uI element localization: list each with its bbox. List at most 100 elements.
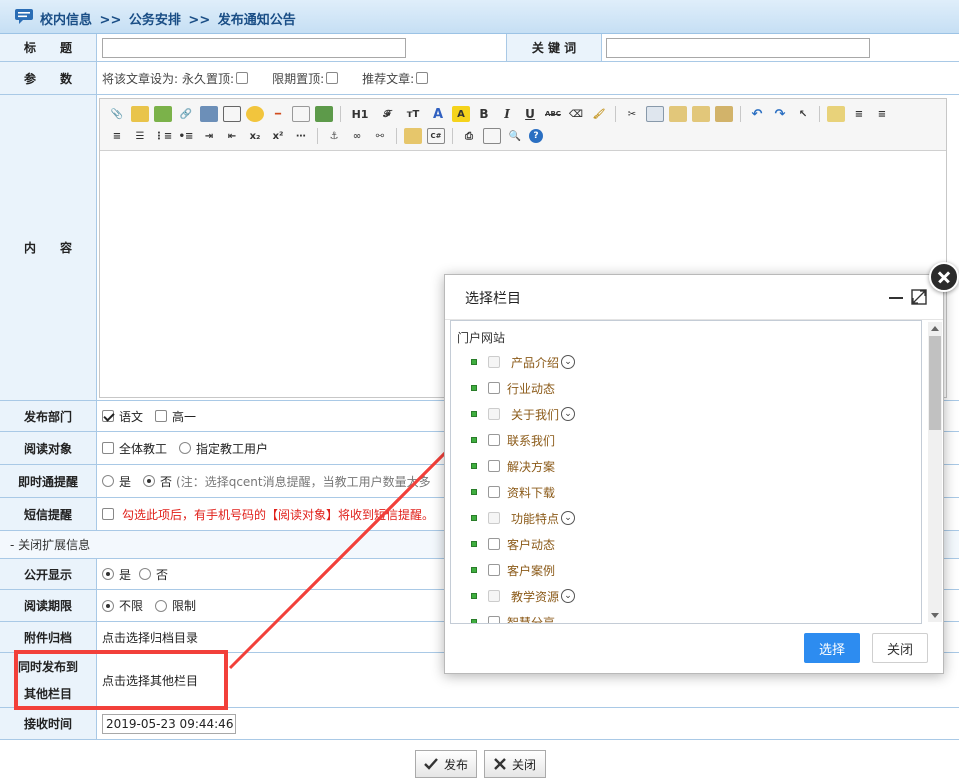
period-unlimited-radio[interactable]: [102, 599, 114, 612]
flash-icon[interactable]: [200, 106, 218, 122]
print-icon[interactable]: ⎙: [460, 128, 478, 144]
subscript-icon[interactable]: x₂: [246, 128, 264, 144]
expand-icon[interactable]: ⌄: [561, 407, 576, 421]
indent-icon[interactable]: ⇥: [200, 128, 218, 144]
unlink-icon[interactable]: ⚯: [371, 128, 389, 144]
select-all-icon[interactable]: ⋯: [292, 128, 310, 144]
ordered-list-icon[interactable]: ⋮≡: [154, 128, 172, 144]
param-limited-checkbox[interactable]: [326, 72, 339, 84]
tree-node[interactable]: 产品介绍 ⌄: [471, 353, 576, 371]
align-center-icon[interactable]: ≡: [873, 106, 891, 122]
code-icon[interactable]: C#: [427, 128, 445, 144]
format-brush-icon[interactable]: 🖌: [590, 106, 608, 122]
search-icon[interactable]: 🔍: [506, 128, 524, 144]
public-yes-radio[interactable]: [102, 568, 114, 580]
node-checkbox[interactable]: [488, 486, 500, 498]
cut-icon[interactable]: ✂: [623, 106, 641, 122]
tree-node[interactable]: 功能特点 ⌄: [471, 509, 576, 527]
redo-icon[interactable]: ↷: [771, 106, 789, 122]
title-input[interactable]: [102, 37, 406, 58]
align-right-icon[interactable]: ≡: [108, 128, 126, 144]
node-checkbox[interactable]: [488, 460, 500, 472]
strikethrough-button[interactable]: ABC: [544, 106, 562, 122]
select-pointer-icon[interactable]: ↖: [794, 106, 812, 122]
tree-node[interactable]: 客户动态: [471, 535, 555, 553]
minimize-icon[interactable]: [889, 297, 903, 299]
remind-no-radio[interactable]: [143, 475, 156, 487]
param-recommend-checkbox[interactable]: [416, 72, 429, 84]
picture-icon[interactable]: [315, 106, 333, 122]
source-icon[interactable]: [404, 128, 422, 144]
eraser-icon[interactable]: ⌫: [567, 106, 585, 122]
anchor-icon[interactable]: ⚓: [325, 128, 343, 144]
tree-node[interactable]: 解决方案: [471, 457, 555, 475]
preview-icon[interactable]: [483, 128, 501, 144]
tree-scrollbar[interactable]: [928, 322, 942, 622]
dept-checkbox-chinese[interactable]: [102, 410, 114, 422]
dept-checkbox-grade1[interactable]: [155, 410, 168, 422]
node-checkbox[interactable]: [488, 408, 500, 420]
expand-icon[interactable]: ⌄: [561, 355, 576, 369]
unordered-list-icon[interactable]: •≡: [177, 128, 195, 144]
superscript-icon[interactable]: x²: [269, 128, 287, 144]
bold-button[interactable]: B: [475, 106, 493, 122]
tree-node[interactable]: 联系我们: [471, 431, 555, 449]
table-icon[interactable]: [223, 106, 241, 122]
attach-icon[interactable]: 📎: [108, 106, 126, 122]
archive-select-link[interactable]: 点击选择归档目录: [102, 629, 198, 646]
expand-icon[interactable]: ⌄: [561, 511, 576, 525]
page-break-icon[interactable]: [292, 106, 310, 122]
tree-node[interactable]: 资料下载: [471, 483, 555, 501]
template-icon[interactable]: [827, 106, 845, 122]
underline-button[interactable]: U: [521, 106, 539, 122]
node-checkbox[interactable]: [488, 382, 500, 394]
highlight-color-button[interactable]: A: [452, 106, 470, 122]
scroll-down-icon[interactable]: [931, 613, 939, 618]
publish-button[interactable]: 发布: [415, 750, 477, 778]
paste-word-icon[interactable]: [715, 106, 733, 122]
node-checkbox[interactable]: [488, 512, 500, 524]
audience-all-checkbox[interactable]: [102, 442, 114, 454]
undo-icon[interactable]: ↶: [748, 106, 766, 122]
breadcrumb-item[interactable]: 校内信息: [40, 13, 92, 28]
param-permanent-checkbox[interactable]: [236, 72, 249, 84]
link-icon[interactable]: ∞: [348, 128, 366, 144]
insert-image-icon[interactable]: [131, 106, 149, 122]
tree-root[interactable]: 门户网站: [457, 329, 505, 346]
dialog-close-icon[interactable]: [929, 262, 959, 292]
node-checkbox[interactable]: [488, 590, 500, 602]
public-no-radio[interactable]: [139, 568, 152, 580]
keyword-input[interactable]: [606, 38, 870, 58]
tree-node[interactable]: 教学资源 ⌄: [471, 587, 576, 605]
dialog-close-button[interactable]: 关闭: [872, 633, 928, 663]
tree-node[interactable]: 智慧分享: [471, 613, 555, 623]
node-checkbox[interactable]: [488, 538, 500, 550]
copy-icon[interactable]: [646, 106, 664, 122]
tree-node[interactable]: 客户案例: [471, 561, 555, 579]
insert-media-icon[interactable]: [154, 106, 172, 122]
paste-icon[interactable]: [669, 106, 687, 122]
remind-yes-radio[interactable]: [102, 475, 114, 487]
period-limited-radio[interactable]: [155, 599, 168, 612]
scroll-thumb[interactable]: [929, 336, 941, 430]
scroll-up-icon[interactable]: [931, 326, 939, 331]
close-button[interactable]: 关闭: [484, 750, 546, 778]
italic-button[interactable]: I: [498, 106, 516, 122]
receive-time-input[interactable]: 2019-05-23 09:44:46: [102, 713, 236, 734]
justify-icon[interactable]: ☰: [131, 128, 149, 144]
outdent-icon[interactable]: ⇤: [223, 128, 241, 144]
maximize-icon[interactable]: [911, 289, 927, 305]
emoticon-icon[interactable]: [246, 106, 264, 122]
heading-dropdown[interactable]: H1: [348, 106, 372, 122]
tree-node[interactable]: 行业动态: [471, 379, 555, 397]
font-color-dropdown[interactable]: A: [429, 106, 447, 122]
insert-link-icon[interactable]: 🔗: [177, 106, 195, 122]
dialog-select-button[interactable]: 选择: [804, 633, 860, 663]
audience-specific-radio[interactable]: [179, 442, 192, 454]
help-icon[interactable]: ?: [529, 129, 543, 143]
node-checkbox[interactable]: [488, 616, 500, 623]
breadcrumb-item[interactable]: 公务安排: [129, 13, 181, 28]
paste-text-icon[interactable]: [692, 106, 710, 122]
node-checkbox[interactable]: [488, 434, 500, 446]
node-checkbox[interactable]: [488, 356, 500, 368]
